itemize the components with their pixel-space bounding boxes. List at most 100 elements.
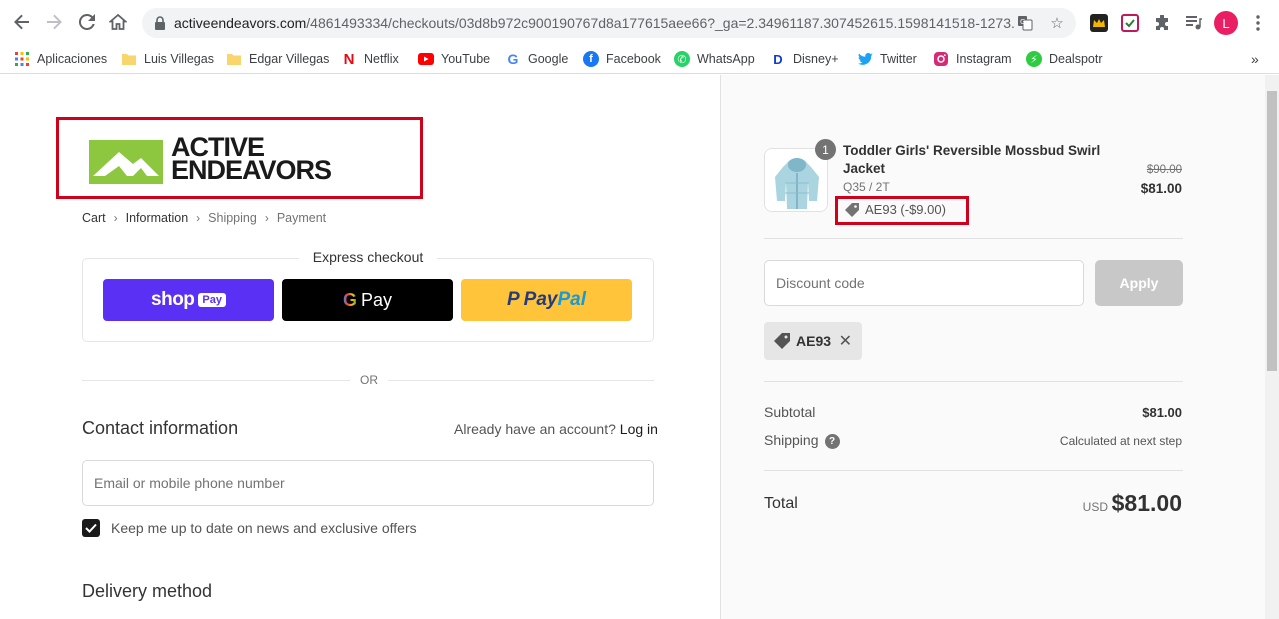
discount-tag-label: AE93 (-$9.00) bbox=[865, 202, 946, 217]
scrollbar[interactable] bbox=[1265, 75, 1279, 619]
bookmark-label: YouTube bbox=[441, 52, 491, 66]
quantity-badge: 1 bbox=[815, 139, 836, 160]
product-name: Toddler Girls' Reversible Mossbud Swirl … bbox=[843, 143, 1101, 176]
star-icon[interactable]: ☆ bbox=[1047, 13, 1067, 33]
jacket-icon bbox=[765, 149, 827, 211]
bookmark-label: Edgar Villegas bbox=[249, 52, 330, 66]
youtube-icon bbox=[418, 51, 434, 67]
newsletter-checkbox[interactable] bbox=[82, 519, 100, 537]
newsletter-checkbox-row[interactable]: Keep me up to date on news and exclusive… bbox=[82, 519, 417, 537]
extension-shield-icon[interactable] bbox=[1119, 12, 1141, 34]
help-icon[interactable]: ? bbox=[824, 433, 840, 449]
account-prompt-text: Already have an account? bbox=[454, 421, 616, 437]
shop-pay-wordmark: shop bbox=[151, 289, 195, 310]
translate-icon[interactable]: G bbox=[1015, 13, 1035, 33]
applied-code: AE93 bbox=[796, 333, 832, 349]
divider bbox=[764, 470, 1183, 471]
bookmark-label: WhatsApp bbox=[697, 52, 755, 66]
url-text[interactable]: activeendeavors.com/4861493334/checkouts… bbox=[174, 15, 1014, 31]
paypal-wordmark-pal: Pal bbox=[557, 289, 587, 310]
bookmark-edgar-villegas[interactable]: Edgar Villegas bbox=[226, 49, 329, 69]
subtotal-label: Subtotal bbox=[764, 404, 816, 420]
divider bbox=[764, 381, 1183, 382]
shop-pay-button[interactable]: shop Pay bbox=[103, 279, 274, 321]
media-queue-icon[interactable] bbox=[1183, 12, 1205, 34]
bookmark-luis-villegas[interactable]: Luis Villegas bbox=[121, 49, 214, 69]
email-field[interactable] bbox=[82, 460, 654, 506]
logo-line-2: ENDEAVORS bbox=[171, 155, 332, 185]
bookmark-label: Disney+ bbox=[793, 52, 839, 66]
bookmark-label: Netflix bbox=[364, 52, 399, 66]
bookmark-whatsapp[interactable]: ✆ WhatsApp bbox=[674, 49, 755, 69]
shipping-value: Calculated at next step bbox=[1059, 434, 1182, 448]
bookmark-instagram[interactable]: Instagram bbox=[933, 49, 1012, 69]
shipping-label: Shipping bbox=[764, 432, 819, 448]
bookmark-facebook[interactable]: f Facebook bbox=[583, 49, 661, 69]
google-icon: G bbox=[507, 51, 519, 67]
google-g-icon: G bbox=[342, 289, 357, 310]
bookmark-dealspotr[interactable]: ⚡ Dealspotr bbox=[1026, 49, 1103, 69]
home-icon[interactable] bbox=[106, 10, 130, 34]
chevron-right-icon: › bbox=[196, 211, 201, 225]
remove-discount-icon[interactable]: ✕ bbox=[839, 331, 852, 351]
browser-toolbar: activeendeavors.com/4861493334/checkouts… bbox=[0, 0, 1279, 45]
total-currency: USD bbox=[1082, 500, 1108, 514]
disney-icon: D bbox=[773, 51, 783, 67]
paypal-p-icon: P bbox=[506, 289, 520, 310]
lock-icon[interactable] bbox=[154, 16, 166, 35]
order-summary: 1 Toddler Girls' Reversible Mossbud Swir… bbox=[720, 75, 1265, 619]
mountain-logo-icon bbox=[89, 140, 163, 184]
shipping-row: Shipping? bbox=[764, 432, 840, 449]
more-bookmarks-button[interactable]: » bbox=[1251, 49, 1259, 69]
store-name: ACTIVE ENDEAVORS bbox=[171, 134, 332, 185]
menu-kebab-icon[interactable] bbox=[1247, 12, 1269, 34]
login-link[interactable]: Log in bbox=[620, 421, 658, 437]
breadcrumb-cart[interactable]: Cart bbox=[82, 211, 106, 225]
scrollbar-thumb[interactable] bbox=[1267, 91, 1277, 371]
or-label: OR bbox=[350, 373, 388, 387]
divider bbox=[764, 238, 1183, 239]
apply-button[interactable]: Apply bbox=[1095, 260, 1183, 306]
bookmark-label: Instagram bbox=[956, 52, 1012, 66]
bookmark-netflix[interactable]: N Netflix bbox=[341, 49, 399, 69]
forward-icon[interactable] bbox=[42, 10, 66, 34]
address-bar[interactable]: activeendeavors.com/4861493334/checkouts… bbox=[142, 8, 1076, 38]
extensions-puzzle-icon[interactable] bbox=[1151, 12, 1173, 34]
breadcrumb-information: Information bbox=[125, 211, 189, 225]
bookmark-label: Luis Villegas bbox=[144, 52, 214, 66]
bookmark-label: Twitter bbox=[880, 52, 917, 66]
whatsapp-icon: ✆ bbox=[674, 51, 690, 67]
paypal-button[interactable]: P Pay Pal bbox=[461, 279, 632, 321]
total-label: Total bbox=[764, 495, 798, 512]
reload-icon[interactable] bbox=[75, 10, 99, 34]
svg-text:G: G bbox=[1020, 18, 1025, 26]
facebook-icon: f bbox=[583, 51, 599, 67]
breadcrumb-payment: Payment bbox=[276, 211, 327, 225]
url-host: activeendeavors.com bbox=[174, 15, 307, 31]
apps-grid-icon bbox=[14, 51, 30, 67]
twitter-icon bbox=[857, 51, 873, 67]
folder-icon bbox=[121, 51, 137, 67]
bookmark-apps[interactable]: Aplicaciones bbox=[14, 49, 107, 69]
shop-pay-badge: Pay bbox=[198, 293, 226, 307]
delivery-method-title: Delivery method bbox=[82, 581, 213, 601]
chevron-right-icon: › bbox=[113, 211, 118, 225]
product-variant: Q35 / 2T bbox=[843, 180, 890, 194]
discount-code-input[interactable] bbox=[764, 260, 1084, 306]
google-pay-button[interactable]: G Pay bbox=[282, 279, 453, 321]
bookmark-disney[interactable]: D Disney+ bbox=[770, 49, 839, 69]
folder-icon bbox=[226, 51, 242, 67]
total-value: $81.00 bbox=[1111, 490, 1182, 516]
bookmark-youtube[interactable]: YouTube bbox=[418, 49, 490, 69]
applied-discount-chip: AE93 ✕ bbox=[764, 322, 862, 360]
extension-crown-icon[interactable] bbox=[1088, 12, 1110, 34]
bookmark-google[interactable]: G Google bbox=[505, 49, 569, 69]
dealspotr-icon: ⚡ bbox=[1026, 51, 1042, 67]
profile-avatar[interactable]: L bbox=[1214, 11, 1238, 35]
item-price: $81.00 bbox=[1140, 181, 1182, 196]
subtotal-value: $81.00 bbox=[1142, 405, 1182, 420]
bookmark-twitter[interactable]: Twitter bbox=[857, 49, 917, 69]
express-checkout: Express checkout shop Pay G Pay P Pay Pal bbox=[82, 249, 654, 342]
back-icon[interactable] bbox=[10, 10, 34, 34]
store-logo[interactable]: ACTIVE ENDEAVORS bbox=[56, 117, 423, 199]
